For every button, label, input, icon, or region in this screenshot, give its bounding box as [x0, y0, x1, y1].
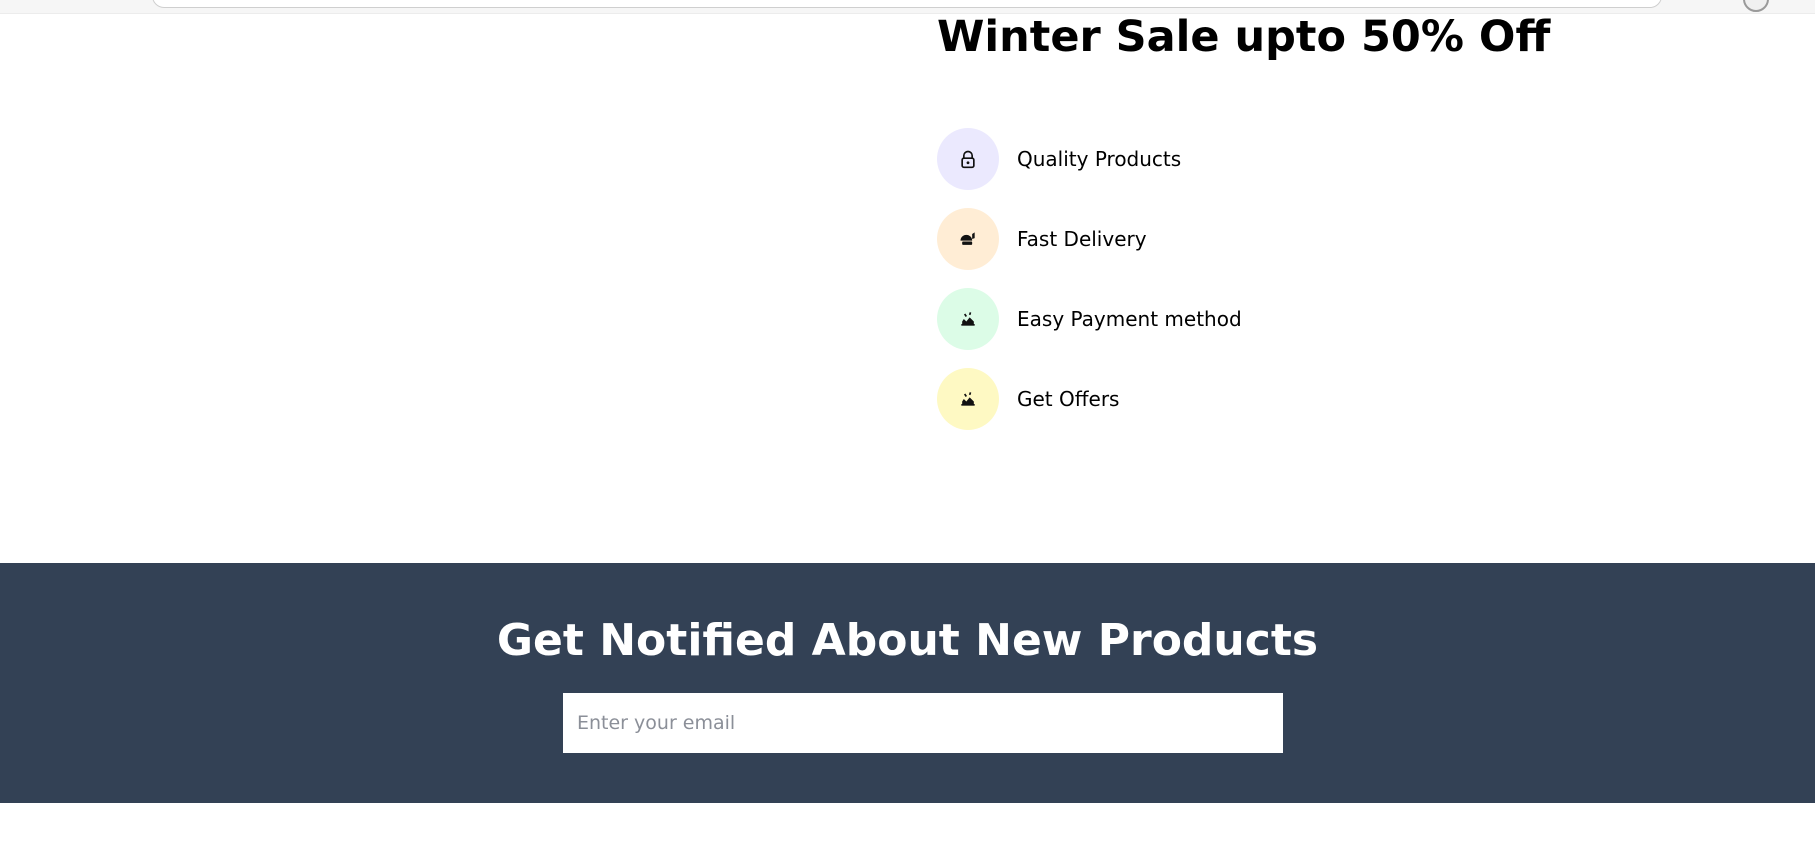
- newsletter-title: Get Notified About New Products: [496, 615, 1319, 666]
- feature-item-fast-delivery: Fast Delivery: [937, 208, 1242, 270]
- email-input[interactable]: [563, 693, 1283, 753]
- feature-list: Quality Products Fast Delivery Easy Paym…: [937, 128, 1242, 448]
- feature-label: Fast Delivery: [1017, 227, 1147, 251]
- browser-search-bar[interactable]: [152, 0, 1662, 8]
- newsletter-section: Get Notified About New Products: [0, 563, 1815, 803]
- feature-item-get-offers: Get Offers: [937, 368, 1242, 430]
- delivery-icon: [937, 208, 999, 270]
- profile-avatar[interactable]: [1743, 0, 1769, 12]
- feature-item-quality-products: Quality Products: [937, 128, 1242, 190]
- feature-label: Quality Products: [1017, 147, 1182, 171]
- feature-item-easy-payment: Easy Payment method: [937, 288, 1242, 350]
- offers-icon: [937, 368, 999, 430]
- payment-icon: [937, 288, 999, 350]
- lock-icon: [937, 128, 999, 190]
- feature-label: Get Offers: [1017, 387, 1120, 411]
- sale-title: Winter Sale upto 50% Off: [937, 12, 1551, 62]
- feature-label: Easy Payment method: [1017, 307, 1242, 331]
